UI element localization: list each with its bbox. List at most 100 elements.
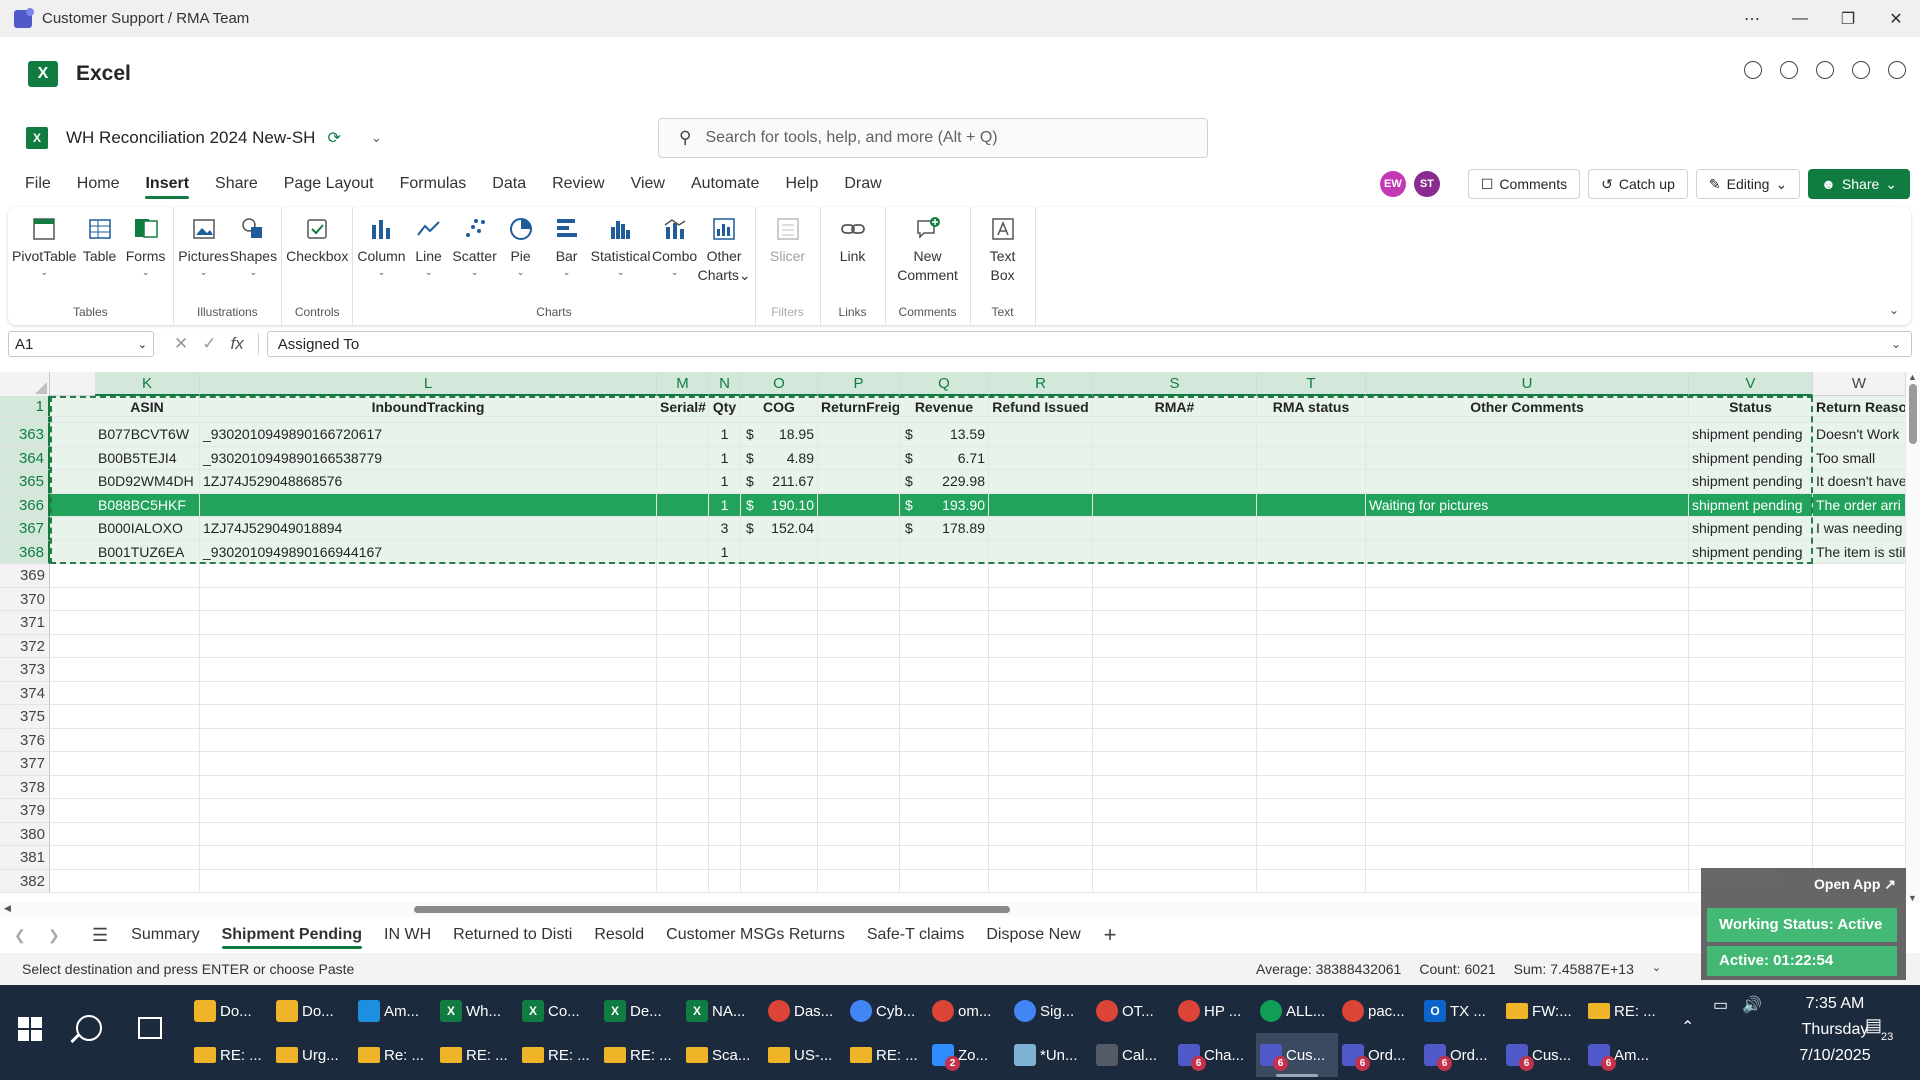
cell[interactable] <box>1366 564 1689 587</box>
cell[interactable] <box>1813 634 1906 657</box>
row-header[interactable]: 371 <box>0 611 50 635</box>
column-title[interactable]: Other Comments <box>1366 396 1689 416</box>
row-header[interactable]: 377 <box>0 752 50 776</box>
cell[interactable] <box>657 869 709 892</box>
freight-cell[interactable] <box>818 423 900 446</box>
rma-status-cell[interactable] <box>1257 423 1366 446</box>
scroll-down-icon[interactable]: ▼ <box>1908 893 1917 903</box>
cell[interactable] <box>1689 775 1813 798</box>
cell[interactable] <box>900 799 989 822</box>
taskbar-item[interactable]: 6 Ord... <box>1338 1033 1420 1077</box>
cell[interactable] <box>709 681 741 704</box>
cell[interactable] <box>200 799 657 822</box>
cell[interactable] <box>200 846 657 869</box>
more-options-icon[interactable]: ⋯ <box>1728 0 1776 37</box>
reason-cell[interactable]: It doesn't have <box>1813 470 1906 493</box>
table-row[interactable] <box>50 728 1906 752</box>
cell[interactable] <box>818 775 900 798</box>
rma-status-cell[interactable] <box>1257 493 1366 516</box>
serial-cell[interactable] <box>657 493 709 516</box>
cell[interactable] <box>1366 587 1689 610</box>
row-header[interactable]: 375 <box>0 705 50 729</box>
cell[interactable] <box>741 658 818 681</box>
currency-cell[interactable]: $13.59 <box>900 423 989 446</box>
cell[interactable] <box>200 564 657 587</box>
task-view-icon[interactable] <box>138 1017 162 1039</box>
chevron-down-icon[interactable]: ⌄ <box>1891 337 1901 351</box>
cell[interactable] <box>818 681 900 704</box>
cell[interactable] <box>200 822 657 845</box>
currency-cell[interactable] <box>900 540 989 563</box>
cell[interactable] <box>1257 658 1366 681</box>
table-row[interactable]: B088BC5HKF 1 $190.10 $193.90 Waiting for pic… <box>50 493 1906 517</box>
cell[interactable] <box>1366 705 1689 728</box>
rma-status-cell[interactable] <box>1257 446 1366 469</box>
taskbar-item[interactable]: Das... <box>764 989 846 1033</box>
battery-icon[interactable]: ▭ <box>1713 995 1728 1015</box>
cell[interactable] <box>741 869 818 892</box>
row-header[interactable]: 372 <box>0 634 50 658</box>
forms-button[interactable]: Forms ⌄ <box>123 207 169 303</box>
cell[interactable] <box>200 869 657 892</box>
cell[interactable] <box>1366 752 1689 775</box>
cell[interactable] <box>741 587 818 610</box>
taskbar-item[interactable]: Do... <box>272 989 354 1033</box>
cell[interactable] <box>1257 564 1366 587</box>
column-title[interactable]: RMA# <box>1093 396 1257 416</box>
cell[interactable] <box>741 822 818 845</box>
currency-cell[interactable]: $6.71 <box>900 446 989 469</box>
cell[interactable] <box>1093 846 1257 869</box>
currency-cell[interactable]: $4.89 <box>741 446 818 469</box>
taskbar-item[interactable]: Re: ... <box>354 1033 436 1077</box>
cell[interactable] <box>1366 658 1689 681</box>
currency-cell[interactable]: $193.90 <box>900 493 989 516</box>
sheet-tab[interactable]: Returned to Disti <box>442 917 583 953</box>
column-header[interactable]: O <box>741 372 818 396</box>
cell[interactable] <box>900 658 989 681</box>
cell[interactable] <box>1366 681 1689 704</box>
rma-cell[interactable] <box>1093 470 1257 493</box>
cell[interactable] <box>1813 681 1906 704</box>
taskbar-item[interactable]: 6 Cus... <box>1502 1033 1584 1077</box>
statistical-chart-button[interactable]: Statistical ⌄ <box>590 207 652 303</box>
taskbar-item[interactable]: Am... <box>354 989 436 1033</box>
table-row[interactable] <box>50 869 1906 893</box>
taskbar-item[interactable]: Urg... <box>272 1033 354 1077</box>
avatar[interactable]: ST <box>1413 171 1440 197</box>
search-input[interactable]: ⚲ Search for tools, help, and more (Alt … <box>658 118 1208 158</box>
comments-cell[interactable] <box>1366 446 1689 469</box>
cell[interactable] <box>900 587 989 610</box>
cell[interactable] <box>709 564 741 587</box>
serial-cell[interactable] <box>657 540 709 563</box>
table-row[interactable]: ASIN InboundTracking Serial# Qty COG ReturnFr… <box>50 396 1906 417</box>
chevron-down-icon[interactable]: ⌄ <box>1652 961 1661 977</box>
cell[interactable] <box>1257 705 1366 728</box>
rma-cell[interactable] <box>1093 493 1257 516</box>
formula-input[interactable]: Assigned To ⌄ <box>266 331 1912 357</box>
cell[interactable] <box>741 775 818 798</box>
cell[interactable] <box>709 634 741 657</box>
column-title[interactable]: Qty <box>709 396 741 416</box>
tab-draw[interactable]: Draw <box>831 165 894 203</box>
link-icon[interactable] <box>1816 61 1834 79</box>
column-header[interactable]: N <box>709 372 741 396</box>
qty-cell[interactable]: 1 <box>709 423 741 446</box>
shapes-button[interactable]: Shapes ⌄ <box>230 207 277 303</box>
comments-cell[interactable]: Waiting for pictures <box>1366 493 1689 516</box>
taskbar-item[interactable]: pac... <box>1338 989 1420 1033</box>
rma-cell[interactable] <box>1093 517 1257 540</box>
taskbar-item[interactable]: X NA... <box>682 989 764 1033</box>
cell[interactable] <box>1093 822 1257 845</box>
cell[interactable] <box>1093 869 1257 892</box>
tab-data[interactable]: Data <box>479 165 539 203</box>
sheet-tab[interactable]: IN WH <box>373 917 442 953</box>
avatar[interactable]: EW <box>1379 171 1406 197</box>
cell[interactable] <box>989 728 1093 751</box>
tracking-cell[interactable]: 1ZJ74J529049018894 <box>200 517 657 540</box>
cell[interactable] <box>95 587 200 610</box>
cell[interactable] <box>989 611 1093 634</box>
cell[interactable] <box>741 611 818 634</box>
notifications-icon[interactable]: ▤ <box>1865 1015 1882 1036</box>
qty-cell[interactable]: 3 <box>709 517 741 540</box>
taskbar-item[interactable]: Cal... <box>1092 1033 1174 1077</box>
